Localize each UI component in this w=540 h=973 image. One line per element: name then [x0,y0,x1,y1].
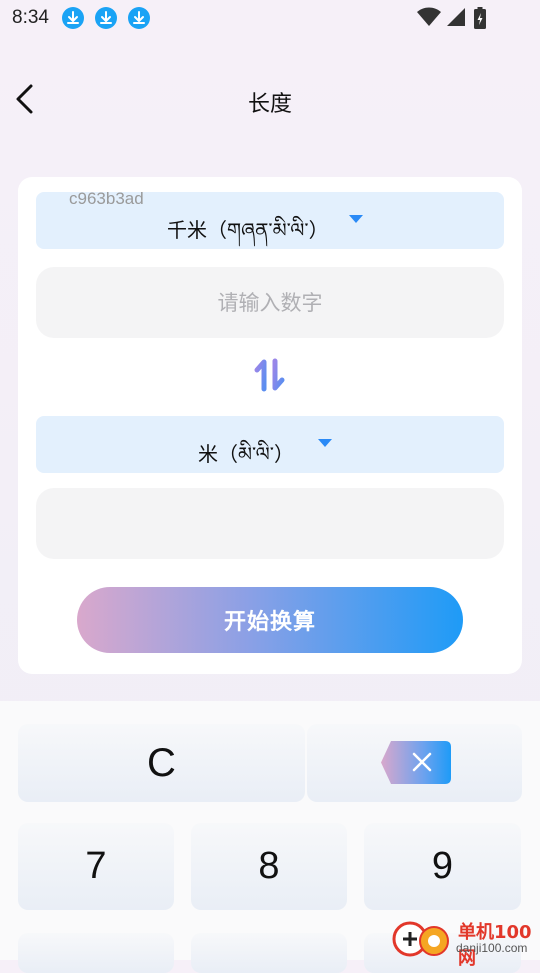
converter-card: c963b3ad 千米（གཞན་མི་ལི་） 米（མི་ལི་） 开始换算 [18,177,522,674]
download-icon [95,7,117,29]
number-input[interactable] [36,267,504,338]
key-row-partial[interactable] [191,933,347,973]
caret-down-icon [349,215,363,223]
download-icon [62,7,84,29]
convert-button[interactable]: 开始换算 [77,587,463,653]
key-8[interactable]: 8 [191,823,347,910]
battery-icon [474,7,486,29]
site-watermark: 单机100网 danji100.com [390,915,540,969]
backspace-icon [381,741,451,784]
to-unit-select[interactable]: 米（མི་ལི་） [36,416,504,473]
swap-vertical-icon[interactable] [254,358,286,392]
status-bar: 8:34 [0,0,540,38]
to-unit-label: 米（མི་ལི་） [198,442,294,466]
key-7[interactable]: 7 [18,823,174,910]
page-title: 长度 [247,92,292,117]
key-row-partial[interactable] [18,933,174,973]
from-unit-label: 千米（གཞན་མི་ལི་） [167,218,329,242]
backspace-key[interactable] [307,724,522,802]
key-9[interactable]: 9 [364,823,521,910]
caret-down-icon [318,439,332,447]
clear-key[interactable]: C [18,724,305,802]
wifi-icon [417,7,441,26]
from-unit-select[interactable]: c963b3ad 千米（གཞན་མི་ལི་） [36,189,504,249]
signal-icon [447,8,465,26]
watermark-id: c963b3ad [69,189,144,208]
site-url: danji100.com [456,941,528,955]
status-time: 8:34 [12,7,49,28]
download-icon [128,7,150,29]
result-field [36,488,504,559]
site-logo-icon [392,921,449,957]
